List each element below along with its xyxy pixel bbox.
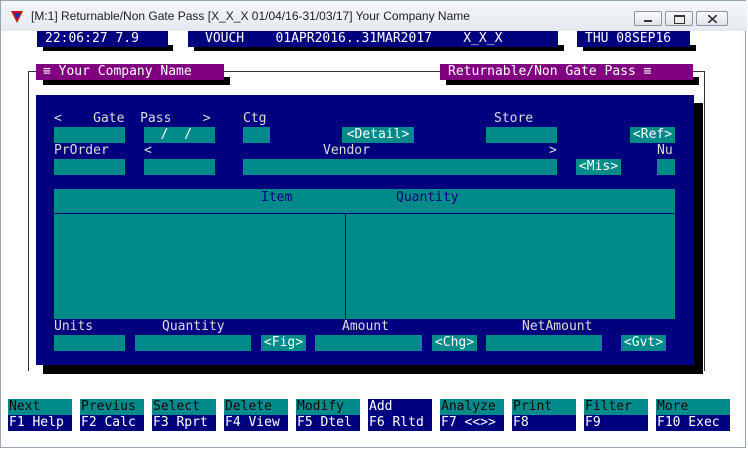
quantity-field[interactable] [135, 335, 251, 351]
fkey-f3[interactable]: Select F3 Rprt [152, 399, 216, 431]
grid-quantity-header: Quantity [396, 190, 459, 205]
fkey-label-f9: F9 [584, 415, 648, 431]
gate-pass-form: < Gate Pass > Ctg Store / / <Detail> <Re… [36, 95, 694, 365]
fkey-f2[interactable]: Previus F2 Calc [80, 399, 144, 431]
prorder-field[interactable] [54, 159, 125, 175]
title-bar[interactable]: [M:1] Returnable/Non Gate Pass [X_X_X 01… [1, 1, 747, 31]
fkey-action-next: Next [8, 399, 72, 415]
netamount-field[interactable] [486, 335, 602, 351]
fkey-f8[interactable]: Print F8 [512, 399, 576, 431]
minimize-button[interactable] [634, 11, 662, 26]
grid-column-divider [345, 213, 346, 319]
fig-button[interactable]: <Fig> [261, 335, 306, 351]
amount-label: Amount [342, 319, 389, 334]
app-window: [M:1] Returnable/Non Gate Pass [X_X_X 01… [0, 0, 747, 448]
gate-pass-number-field[interactable] [54, 127, 125, 143]
fkey-f10[interactable]: More F10 Exec [656, 399, 730, 431]
fkey-label-f3: F3 Rprt [152, 415, 216, 431]
mis-button[interactable]: <Mis> [576, 159, 621, 175]
detail-button[interactable]: <Detail> [342, 127, 414, 143]
fkey-action-filter: Filter [584, 399, 648, 415]
fkey-label-f10: F10 Exec [656, 415, 730, 431]
gate-pass-date-value: / / [145, 127, 192, 142]
fkey-action-analyze: Analyze [440, 399, 504, 415]
item-grid[interactable]: Item Quantity [54, 189, 675, 319]
close-button[interactable] [696, 11, 728, 26]
fkey-label-f7: F7 <<>> [440, 415, 504, 431]
fkey-action-select: Select [152, 399, 216, 415]
gvt-button[interactable]: <Gvt> [621, 335, 666, 351]
frame-right [704, 71, 705, 371]
fkey-action-add: Add [368, 399, 432, 415]
current-date: THU 08SEP16 [585, 31, 672, 46]
fkey-action-delete: Delete [224, 399, 288, 415]
fkey-label-f8: F8 [512, 415, 576, 431]
module-menu[interactable]: Returnable/Non Gate Pass ≡ [440, 64, 693, 80]
vendor-label: Vendor [323, 143, 370, 158]
voucher-panel: VOUCH 01APR2016..31MAR2017 X_X_X [188, 31, 558, 47]
fkey-f6[interactable]: Add F6 Rltd [368, 399, 432, 431]
fkey-label-f4: F4 View [224, 415, 288, 431]
nu-field[interactable] [657, 159, 675, 175]
ctg-label: Ctg [243, 111, 267, 126]
netamount-label: NetAmount [522, 319, 593, 334]
vendor-code-field[interactable] [144, 159, 215, 175]
fkey-action-more: More [656, 399, 730, 415]
app-logo-icon [11, 11, 23, 23]
chg-button[interactable]: <Chg> [432, 335, 477, 351]
clock-time: 22:06:27 7.9 [45, 31, 139, 46]
quantity-label: Quantity [162, 319, 225, 334]
ctg-field[interactable] [243, 127, 270, 143]
fkey-f1[interactable]: Next F1 Help [8, 399, 72, 431]
maximize-button[interactable] [665, 11, 693, 26]
amount-field[interactable] [315, 335, 422, 351]
company-menu-label: ≡ Your Company Name [43, 64, 192, 79]
units-field[interactable] [54, 335, 125, 351]
fkey-action-print: Print [512, 399, 576, 415]
module-menu-label: Returnable/Non Gate Pass ≡ [448, 64, 652, 79]
fkey-f9[interactable]: Filter F9 [584, 399, 648, 431]
fkey-label-f6: F6 Rltd [368, 415, 432, 431]
fkey-label-f1: F1 Help [8, 415, 72, 431]
terminal-screen: 22:06:27 7.9 VOUCH 01APR2016..31MAR2017 … [8, 31, 738, 441]
frame-left [28, 71, 29, 371]
close-icon [708, 15, 717, 23]
date-panel: THU 08SEP16 [577, 31, 690, 47]
fkey-action-modify: Modify [296, 399, 360, 415]
gate-pass-label: < Gate Pass > [54, 111, 211, 126]
store-field[interactable] [486, 127, 557, 143]
voucher-period: VOUCH 01APR2016..31MAR2017 X_X_X [205, 31, 503, 46]
fkey-f7[interactable]: Analyze F7 <<>> [440, 399, 504, 431]
grid-item-header: Item [261, 190, 293, 205]
nu-label: Nu [657, 143, 673, 158]
function-key-bar: Next F1 Help Previus F2 Calc Select F3 R… [8, 399, 730, 431]
prorder-label: PrOrder [54, 143, 109, 158]
ref-button[interactable]: <Ref> [630, 127, 675, 143]
minimize-icon [644, 20, 652, 22]
grid-header-divider [54, 213, 675, 214]
fkey-label-f5: F5 Dtel [296, 415, 360, 431]
fkey-f4[interactable]: Delete F4 View [224, 399, 288, 431]
window-title: [M:1] Returnable/Non Gate Pass [X_X_X 01… [31, 9, 470, 23]
company-menu[interactable]: ≡ Your Company Name [36, 64, 224, 80]
clock-panel: 22:06:27 7.9 [37, 31, 168, 47]
vendor-open-bracket: < [144, 143, 152, 158]
store-label: Store [494, 111, 534, 126]
vendor-name-field[interactable] [243, 159, 557, 175]
fkey-label-f2: F2 Calc [80, 415, 144, 431]
gate-pass-date-field[interactable]: / / [144, 127, 215, 143]
maximize-icon [674, 15, 685, 24]
fkey-action-previous: Previus [80, 399, 144, 415]
units-label: Units [54, 319, 94, 334]
fkey-f5[interactable]: Modify F5 Dtel [296, 399, 360, 431]
vendor-close-bracket: > [549, 143, 557, 158]
